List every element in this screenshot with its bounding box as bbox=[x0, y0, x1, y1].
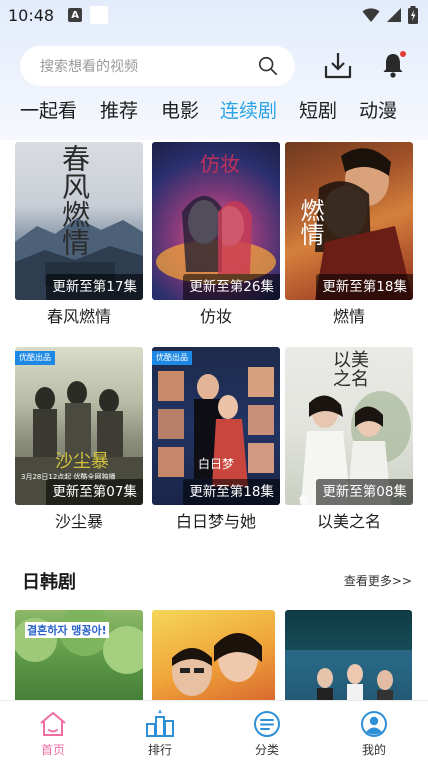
nav-category[interactable]: 分类 bbox=[227, 701, 307, 762]
show-poster[interactable]: 결혼하자 맹꽁아! bbox=[15, 610, 143, 700]
nav-home[interactable]: 首页 bbox=[13, 701, 93, 762]
episode-badge: 更新至第18集 bbox=[316, 274, 413, 300]
poster-title-art: 결혼하자 맹꽁아! bbox=[25, 622, 109, 638]
notification-dot bbox=[400, 51, 406, 57]
poster-title-art: 白日梦 bbox=[198, 457, 235, 471]
nav-ranking-label: 排行 bbox=[147, 743, 172, 757]
show-poster[interactable]: 以美之名 优 更新至第08集 bbox=[285, 347, 413, 505]
tab-recommend[interactable]: 推荐 bbox=[100, 96, 138, 126]
episode-badge: 更新至第07集 bbox=[46, 479, 143, 505]
signal-icon bbox=[387, 8, 401, 22]
nav-profile[interactable]: 我的 bbox=[334, 701, 414, 762]
search-row: 搜索想看的视频 bbox=[0, 44, 428, 88]
poster-corner-text: 优 bbox=[299, 496, 309, 505]
studio-tag: 优酷出品 bbox=[15, 351, 55, 365]
see-more-link[interactable]: 查看更多>> bbox=[344, 572, 412, 589]
show-title[interactable]: 白日梦与她 bbox=[152, 509, 280, 535]
nav-profile-label: 我的 bbox=[361, 743, 386, 757]
search-placeholder: 搜索想看的视频 bbox=[40, 59, 138, 75]
show-poster[interactable]: 春风燃情 更新至第17集 bbox=[15, 142, 143, 300]
nav-home-label: 首页 bbox=[40, 743, 65, 757]
category-icon[interactable] bbox=[252, 709, 282, 739]
poster-title-art: 燃情 bbox=[296, 198, 324, 246]
home-icon[interactable] bbox=[38, 709, 68, 739]
section-title: 日韩剧 bbox=[22, 572, 76, 593]
status-time: 10:48 bbox=[8, 5, 55, 25]
show-poster[interactable]: 优酷出品 沙尘暴 3月28日12点起 优酷全网独播 更新至第07集 bbox=[15, 347, 143, 505]
poster-title-art: 沙尘暴 bbox=[55, 451, 109, 472]
battery-icon bbox=[408, 6, 418, 24]
ranking-icon[interactable] bbox=[145, 709, 175, 739]
tab-together[interactable]: 一起看 bbox=[20, 96, 77, 126]
show-title[interactable]: 春风燃情 bbox=[15, 304, 143, 330]
show-poster[interactable]: 优酷出品 白日梦 更新至第18集 bbox=[152, 347, 280, 505]
poster-art bbox=[172, 633, 262, 696]
korean-japanese-row: 결혼하자 맹꽁아! bbox=[0, 608, 428, 700]
wifi-icon bbox=[362, 8, 380, 22]
show-title[interactable]: 沙尘暴 bbox=[15, 509, 143, 535]
search-icon[interactable] bbox=[257, 55, 279, 77]
studio-tag: 优酷出品 bbox=[152, 351, 192, 365]
tab-movies[interactable]: 电影 bbox=[161, 96, 199, 126]
nav-ranking[interactable]: 排行 bbox=[120, 701, 200, 762]
profile-icon[interactable] bbox=[359, 709, 389, 739]
show-title[interactable]: 以美之名 bbox=[285, 509, 413, 535]
category-tabs: 一起看 推荐 电影 连续剧 短剧 动漫 bbox=[0, 96, 428, 128]
show-poster[interactable] bbox=[285, 610, 412, 700]
show-card[interactable]: 春风燃情 更新至第17集 春风燃情 bbox=[15, 142, 143, 334]
tab-series[interactable]: 连续剧 bbox=[220, 96, 277, 126]
nav-category-label: 分类 bbox=[254, 743, 279, 757]
show-card[interactable]: 优酷出品 沙尘暴 3月28日12点起 优酷全网独播 更新至第07集 沙尘暴 bbox=[15, 347, 143, 539]
show-poster[interactable]: 燃情 更新至第18集 bbox=[285, 142, 413, 300]
episode-badge: 更新至第17集 bbox=[46, 274, 143, 300]
search-input[interactable]: 搜索想看的视频 bbox=[20, 46, 295, 86]
show-title[interactable]: 燃情 bbox=[285, 304, 413, 330]
poster-title-art: 春风燃情 bbox=[58, 144, 91, 256]
show-title[interactable]: 仿妆 bbox=[152, 304, 280, 330]
notification-square-icon bbox=[90, 6, 109, 24]
status-bar: 10:48 A bbox=[0, 0, 428, 30]
notification-a-icon: A bbox=[68, 8, 83, 22]
poster-title-art: 以美之名 bbox=[333, 350, 369, 390]
show-card[interactable]: 优酷出品 白日梦 更新至第18集 白日梦与她 bbox=[152, 347, 280, 539]
show-poster[interactable]: 仿妆 更新至第26集 bbox=[152, 142, 280, 300]
show-card[interactable]: 仿妆 更新至第26集 仿妆 bbox=[152, 142, 280, 334]
episode-badge: 更新至第08集 bbox=[316, 479, 413, 505]
tab-anime[interactable]: 动漫 bbox=[359, 96, 397, 126]
episode-badge: 更新至第26集 bbox=[183, 274, 280, 300]
download-icon[interactable] bbox=[323, 50, 353, 80]
poster-art bbox=[285, 650, 412, 700]
tab-short-drama[interactable]: 短剧 bbox=[299, 96, 337, 126]
bottom-navigation: 首页 排行 分类 我的 bbox=[0, 700, 428, 762]
show-poster[interactable] bbox=[152, 610, 275, 700]
show-card[interactable]: 以美之名 优 更新至第08集 以美之名 bbox=[285, 347, 413, 539]
poster-title-art: 仿妆 bbox=[200, 152, 240, 176]
episode-badge: 更新至第18集 bbox=[183, 479, 280, 505]
show-card[interactable]: 燃情 更新至第18集 燃情 bbox=[285, 142, 413, 334]
